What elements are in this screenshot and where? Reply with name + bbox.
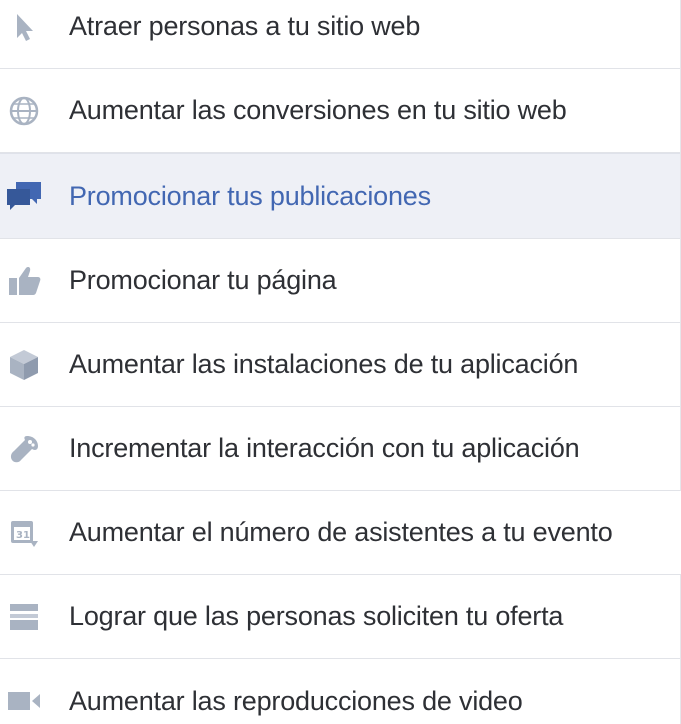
offer-icon [4, 597, 44, 637]
objective-item-app-engagement[interactable]: Incrementar la interacción con tu aplica… [0, 407, 680, 491]
chat-bubbles-icon [4, 176, 44, 216]
objective-label: Aumentar las instalaciones de tu aplicac… [69, 349, 579, 379]
gamepad-icon [4, 429, 44, 469]
objective-item-event-responses[interactable]: 31 Aumentar el número de asistentes a tu… [0, 491, 681, 575]
video-camera-icon [4, 681, 44, 721]
objective-item-page-likes[interactable]: Promocionar tu página [0, 239, 680, 323]
cursor-icon [4, 7, 44, 47]
objective-label: Incrementar la interacción con tu aplica… [69, 433, 580, 463]
calendar-icon: 31 [4, 513, 44, 553]
objective-item-traffic[interactable]: Atraer personas a tu sitio web [0, 0, 680, 69]
objective-item-app-installs[interactable]: Aumentar las instalaciones de tu aplicac… [0, 323, 680, 407]
thumbs-up-icon [4, 261, 44, 301]
svg-text:31: 31 [16, 530, 30, 541]
globe-icon [4, 91, 44, 131]
objective-item-offer-claims[interactable]: Lograr que las personas soliciten tu ofe… [0, 575, 680, 659]
objective-label: Lograr que las personas soliciten tu ofe… [69, 601, 564, 631]
objective-label: Atraer personas a tu sitio web [69, 11, 421, 41]
objective-label: Aumentar las reproducciones de video [69, 685, 523, 716]
objective-label: Promocionar tus publicaciones [69, 180, 431, 211]
cube-icon [4, 345, 44, 385]
objective-label: Promocionar tu página [69, 265, 337, 295]
objective-list: Atraer personas a tu sitio web Aumentar … [0, 0, 681, 724]
objective-item-post-engagement[interactable]: Promocionar tus publicaciones [0, 153, 680, 239]
objective-label: Aumentar las conversiones en tu sitio we… [69, 95, 567, 125]
objective-label: Aumentar el número de asistentes a tu ev… [69, 517, 613, 547]
objective-item-conversions[interactable]: Aumentar las conversiones en tu sitio we… [0, 69, 680, 153]
objective-item-video-views[interactable]: Aumentar las reproducciones de video [0, 659, 680, 724]
